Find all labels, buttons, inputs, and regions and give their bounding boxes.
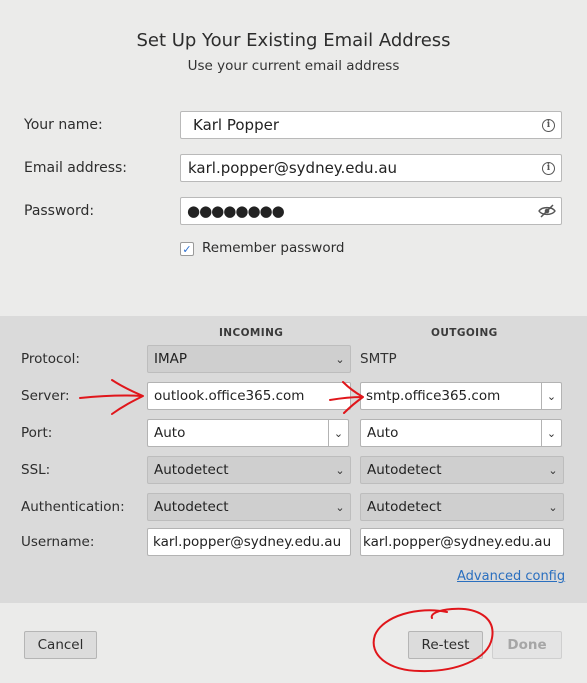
name-value: Karl Popper (193, 116, 279, 134)
chevron-down-icon: ⌄ (335, 463, 345, 477)
chevron-down-icon: ⌄ (335, 500, 345, 514)
incoming-ssl-select[interactable]: Autodetect ⌄ (147, 456, 351, 484)
chevron-down-icon[interactable]: ⌄ (541, 383, 561, 409)
outgoing-username-input[interactable]: karl.popper@sydney.edu.au (360, 528, 564, 556)
email-value: karl.popper@sydney.edu.au (188, 159, 398, 177)
chevron-down-icon: ⌄ (548, 463, 558, 477)
email-label: Email address: (24, 160, 128, 176)
email-field[interactable]: karl.popper@sydney.edu.au i (180, 154, 562, 182)
incoming-header: INCOMING (219, 327, 284, 339)
authentication-label: Authentication: (21, 499, 125, 515)
done-button[interactable]: Done (492, 631, 562, 659)
outgoing-header: OUTGOING (431, 327, 498, 339)
password-label: Password: (24, 203, 95, 219)
chevron-down-icon[interactable]: ⌄ (541, 420, 561, 446)
dialog-title: Set Up Your Existing Email Address (136, 30, 451, 51)
ssl-label: SSL: (21, 462, 51, 478)
eye-slash-icon[interactable] (538, 204, 556, 218)
password-value: ●●●●●●●● (187, 202, 285, 220)
outgoing-server-combobox[interactable]: smtp.office365.com ⌄ (360, 382, 562, 410)
incoming-port-value: Auto (154, 425, 186, 441)
incoming-authentication-value: Autodetect (154, 499, 229, 515)
info-icon[interactable]: i (542, 161, 555, 175)
name-field[interactable]: Karl Popper i (180, 111, 562, 139)
retest-button[interactable]: Re-test (408, 631, 483, 659)
incoming-protocol-select[interactable]: IMAP ⌄ (147, 345, 351, 373)
incoming-ssl-value: Autodetect (154, 462, 229, 478)
outgoing-port-value: Auto (367, 425, 399, 441)
info-icon[interactable]: i (542, 118, 555, 132)
name-label: Your name: (24, 117, 103, 133)
protocol-label: Protocol: (21, 351, 80, 367)
dialog-subtitle: Use your current email address (187, 58, 400, 74)
chevron-down-icon[interactable]: ⌄ (328, 420, 348, 446)
advanced-config-link[interactable]: Advanced config (457, 569, 565, 584)
remember-password-checkbox[interactable]: ✓ (180, 242, 194, 256)
outgoing-authentication-value: Autodetect (367, 499, 442, 515)
remember-password-label[interactable]: Remember password (202, 240, 345, 256)
outgoing-port-combobox[interactable]: Auto ⌄ (360, 419, 562, 447)
cancel-button[interactable]: Cancel (24, 631, 97, 659)
outgoing-protocol-value: SMTP (360, 351, 397, 367)
outgoing-username-value: karl.popper@sydney.edu.au (363, 534, 552, 550)
server-label: Server: (21, 388, 70, 404)
outgoing-ssl-select[interactable]: Autodetect ⌄ (360, 456, 564, 484)
incoming-authentication-select[interactable]: Autodetect ⌄ (147, 493, 351, 521)
port-label: Port: (21, 425, 53, 441)
incoming-port-combobox[interactable]: Auto ⌄ (147, 419, 349, 447)
chevron-down-icon: ⌄ (335, 352, 345, 366)
username-label: Username: (21, 534, 95, 550)
incoming-username-value: karl.popper@sydney.edu.au (153, 534, 342, 550)
outgoing-ssl-value: Autodetect (367, 462, 442, 478)
incoming-server-input[interactable]: outlook.office365.com (147, 382, 351, 410)
outgoing-authentication-select[interactable]: Autodetect ⌄ (360, 493, 564, 521)
password-field[interactable]: ●●●●●●●● (180, 197, 562, 225)
outgoing-server-value: smtp.office365.com (366, 388, 501, 404)
checkmark-icon: ✓ (182, 242, 192, 256)
incoming-protocol-value: IMAP (154, 351, 188, 367)
incoming-username-input[interactable]: karl.popper@sydney.edu.au (147, 528, 351, 556)
chevron-down-icon: ⌄ (548, 500, 558, 514)
incoming-server-value: outlook.office365.com (154, 388, 305, 404)
